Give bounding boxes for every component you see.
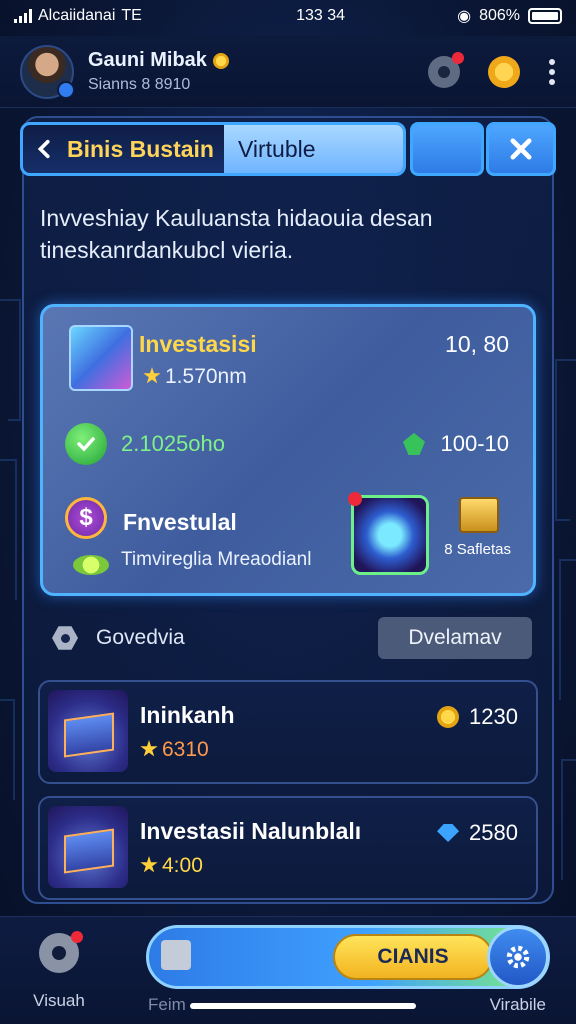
wifi-icon: ◉ xyxy=(457,8,472,25)
investment-small-label: 8 Safletas xyxy=(444,541,511,558)
carrier-label: Alcaiidanai xyxy=(38,7,116,24)
star-icon xyxy=(140,856,158,873)
gear-icon xyxy=(39,931,83,973)
nav-item-visuah[interactable]: Visuah xyxy=(24,931,94,1011)
close-button[interactable] xyxy=(486,122,556,176)
section-action-button[interactable]: Dvelamav xyxy=(378,617,532,659)
check-icon xyxy=(65,423,107,465)
investment-name: Fnvestulal xyxy=(123,509,237,535)
investment-green-value: 2.1025oho xyxy=(121,431,225,456)
network-label: TE xyxy=(121,7,142,24)
app-header: Gauni Mibak Sianns 8 8910 xyxy=(0,36,576,108)
nav-label-right[interactable]: Virabile xyxy=(490,995,546,1015)
investment-sub-value: 1.570nm xyxy=(143,365,247,389)
user-name: Gauni Mibak xyxy=(88,49,207,71)
list-item-value: 2580 xyxy=(437,820,518,846)
description-text: Invveshiay Kauluansta hidaouia desan tin… xyxy=(40,205,433,263)
list-item[interactable]: Investasii Nalunblalı 4:00 2580 xyxy=(38,796,538,900)
blue-gem-icon xyxy=(437,824,460,842)
user-subtitle: Sianns 8 8910 xyxy=(88,76,191,93)
investment-top-value: 10, 80 xyxy=(445,331,509,357)
star-icon xyxy=(140,740,158,757)
claim-button[interactable]: CIANIS xyxy=(333,934,493,980)
treasure-chest-icon xyxy=(459,497,499,533)
list-item-value: 1230 xyxy=(437,704,518,730)
investment-name-desc: Timvireglia Mreaodianl xyxy=(121,549,312,570)
green-gem-icon xyxy=(403,433,425,455)
section-title: Govedvia xyxy=(96,626,185,649)
alert-dot-icon xyxy=(452,51,464,64)
alert-dot-icon xyxy=(71,931,83,943)
tab-primary[interactable]: Binis Bustain Virtuble xyxy=(20,122,406,176)
status-bar: Alcaiidanai TE 133 34 ◉ 806% xyxy=(0,0,576,32)
crate-thumbnail-icon xyxy=(48,806,128,888)
settings-gear-button[interactable] xyxy=(487,926,549,988)
puzzle-icon[interactable] xyxy=(161,940,191,970)
list-item-rating: 4:00 xyxy=(140,854,203,878)
home-indicator[interactable] xyxy=(190,1003,416,1009)
crate-thumbnail-icon xyxy=(48,690,128,772)
list-item-rating: 6310 xyxy=(140,738,209,762)
battery-icon xyxy=(528,8,562,24)
star-icon xyxy=(143,367,161,384)
hex-settings-icon xyxy=(52,626,78,650)
back-arrow-icon[interactable] xyxy=(23,125,67,173)
investment-title: Investasisi xyxy=(139,331,257,357)
tab-blank-button[interactable] xyxy=(410,122,484,176)
coin-icon xyxy=(212,52,229,69)
battery-label: 806% xyxy=(479,7,520,24)
gold-coin-icon xyxy=(437,706,460,728)
bottom-nav: Visuah CIANIS Feim Virabile xyxy=(0,916,576,1024)
investment-illustration-icon xyxy=(69,325,133,391)
status-time: 133 34 xyxy=(296,7,346,24)
signal-icon xyxy=(14,9,32,23)
tab-secondary[interactable]: Virtuble xyxy=(223,125,403,173)
verified-badge-icon xyxy=(57,80,75,99)
more-menu-icon[interactable] xyxy=(548,58,556,85)
nav-label-mid[interactable]: Feim xyxy=(148,995,186,1015)
crystal-gem-icon[interactable] xyxy=(348,492,429,575)
section-header: Govedvia Dvelamav xyxy=(52,616,532,660)
gear-icon xyxy=(506,945,530,969)
investment-card[interactable]: Investasisi 10, 80 1.570nm 2.1025oho 100… xyxy=(40,304,536,596)
tab-bar: Binis Bustain Virtuble xyxy=(20,122,556,176)
list-item-title: Ininkanh xyxy=(140,702,235,728)
user-info: Gauni Mibak Sianns 8 8910 xyxy=(88,49,428,94)
coin-pile-icon xyxy=(73,555,109,575)
dollar-icon: $ xyxy=(65,497,107,539)
close-icon xyxy=(510,138,532,160)
nav-label-left: Visuah xyxy=(33,991,85,1010)
tab-primary-label: Binis Bustain xyxy=(67,135,214,162)
coin-shop-icon[interactable] xyxy=(488,55,520,88)
list-item-title: Investasii Nalunblalı xyxy=(140,818,362,844)
action-pill: CIANIS xyxy=(146,925,550,989)
notification-gear-icon[interactable] xyxy=(428,51,464,88)
list-item[interactable]: Ininkanh 6310 1230 xyxy=(38,680,538,784)
investment-range-value: 100-10 xyxy=(440,431,509,456)
avatar[interactable] xyxy=(20,44,75,99)
